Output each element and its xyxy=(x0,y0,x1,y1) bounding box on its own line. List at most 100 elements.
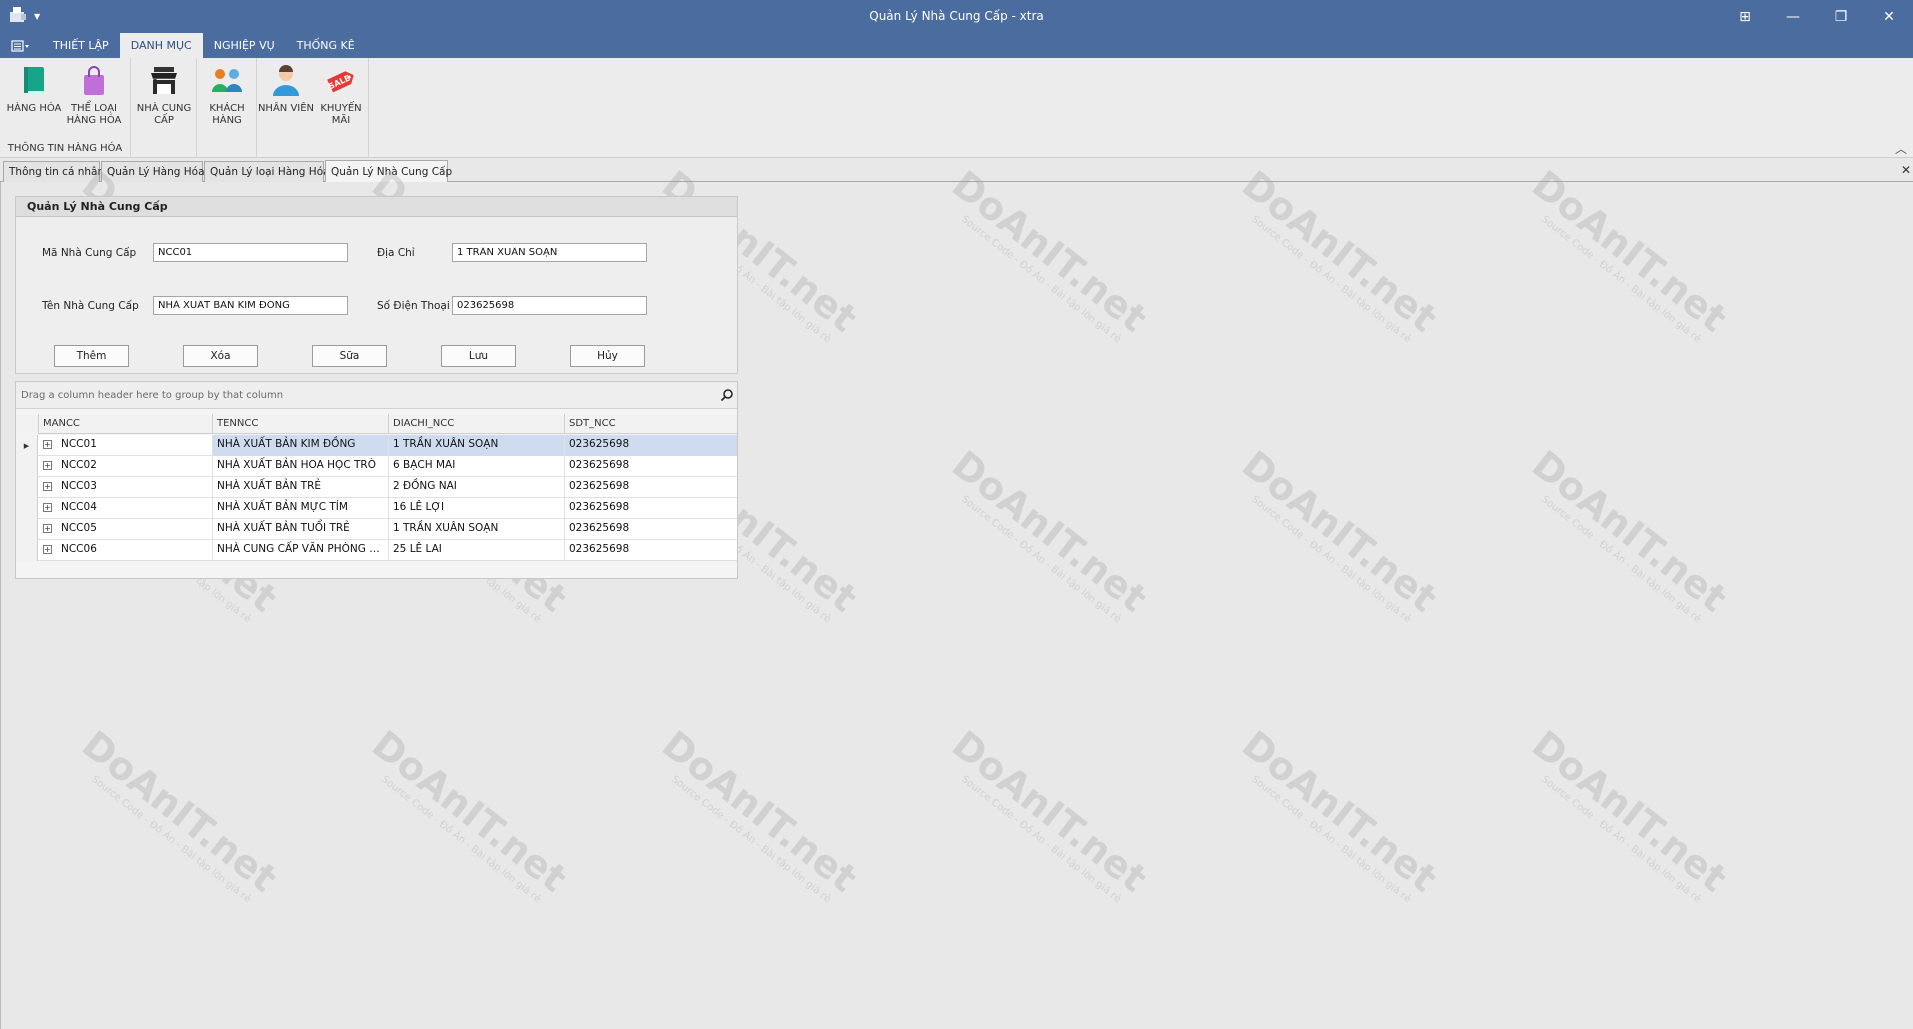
grid-header: MANCC TENNCC DIACHI_NCC SDT_NCC xyxy=(16,414,737,434)
doc-tab-thong-tin-ca-nhan[interactable]: Thông tin cá nhân xyxy=(3,161,104,182)
table-row[interactable]: + NCC04 NHÀ XUẤT BẢN MỰC TÍM 16 LÊ LỢI 02… xyxy=(16,498,737,519)
document-tab-bar: Thông tin cá nhân Quản Lý Hàng Hóa Quản … xyxy=(0,159,1913,182)
sale-tag-icon: SALE xyxy=(324,64,358,98)
cell-diachi[interactable]: 1 TRẦN XUÂN SOẠN xyxy=(389,435,565,456)
table-row[interactable]: + NCC05 NHÀ XUẤT BẢN TUỔI TRẺ 1 TRẦN XUÂN… xyxy=(16,519,737,540)
book-icon xyxy=(17,64,51,98)
row-indicator-arrow-icon: ▶ xyxy=(16,435,38,456)
supplier-grid[interactable]: Drag a column header here to group by th… xyxy=(15,381,738,579)
ribbon-group-label: THÔNG TIN HÀNG HÓA xyxy=(7,143,123,154)
tab-thiet-lap[interactable]: THIẾT LẬP xyxy=(42,33,120,58)
group-by-panel[interactable]: Drag a column header here to group by th… xyxy=(16,382,737,409)
expand-row-icon[interactable]: + xyxy=(43,439,52,449)
minimize-button[interactable]: — xyxy=(1769,0,1817,33)
them-button[interactable]: Thêm xyxy=(54,345,129,367)
column-header-tenncc[interactable]: TENNCC xyxy=(213,414,389,434)
huy-button[interactable]: Hủy xyxy=(570,345,645,367)
so-dien-thoai-input[interactable] xyxy=(452,296,647,315)
restore-button[interactable]: ❐ xyxy=(1817,0,1865,33)
ribbon-display-options-icon[interactable]: ⊞ xyxy=(1721,0,1769,33)
watermark: DoAnIT.netSource Code - Đồ Án - Bài tập … xyxy=(943,722,1156,906)
application-menu-button[interactable] xyxy=(0,33,42,58)
ribbon-tab-bar: THIẾT LẬP DANH MỤC NGHIỆP VỤ THỐNG KÊ xyxy=(0,33,1913,58)
cell-sdt[interactable]: 023625698 xyxy=(565,498,737,519)
cell-sdt[interactable]: 023625698 xyxy=(565,519,737,540)
doc-tab-quan-ly-hang-hoa[interactable]: Quản Lý Hàng Hóa xyxy=(101,161,205,182)
cell-tenncc[interactable]: NHÀ CUNG CẤP VĂN PHÒNG PH... xyxy=(213,540,389,561)
cell-sdt[interactable]: 023625698 xyxy=(565,456,737,477)
window-title: Quản Lý Nhà Cung Cấp - xtra xyxy=(869,9,1044,23)
cell-diachi[interactable]: 16 LÊ LỢI xyxy=(389,498,565,519)
column-header-sdt-ncc[interactable]: SDT_NCC xyxy=(565,414,737,434)
doc-tab-quan-ly-loai-hang-hoa[interactable]: Quản Lý loại Hàng Hóa xyxy=(204,161,330,182)
row-indicator xyxy=(16,477,38,498)
expand-row-icon[interactable]: + xyxy=(43,481,52,491)
form-title: Quản Lý Nhà Cung Cấp xyxy=(16,197,737,217)
cell-diachi[interactable]: 1 TRẦN XUÂN SOẠN xyxy=(389,519,565,540)
cell-tenncc[interactable]: NHÀ XUẤT BẢN KIM ĐỒNG xyxy=(213,435,389,456)
watermark: DoAnIT.netSource Code - Đồ Án - Bài tập … xyxy=(73,722,286,906)
watermark: DoAnIT.netSource Code - Đồ Án - Bài tập … xyxy=(1233,162,1446,346)
nhan-vien-button[interactable]: NHÂN VIÊN xyxy=(257,64,315,115)
ribbon-group-nv-km: NHÂN VIÊN SALE KHUYẾN MÃI xyxy=(257,58,369,158)
khach-hang-button[interactable]: KHÁCH HÀNG xyxy=(199,64,255,127)
watermark: DoAnIT.netSource Code - Đồ Án - Bài tập … xyxy=(943,442,1156,626)
ten-ncc-label: Tên Nhà Cung Cấp xyxy=(42,300,139,312)
close-button[interactable]: ✕ xyxy=(1865,0,1913,33)
search-icon[interactable] xyxy=(720,388,734,405)
row-indicator xyxy=(16,456,38,477)
expand-row-icon[interactable]: + xyxy=(43,523,52,533)
collapse-ribbon-icon[interactable]: ︿ xyxy=(1895,140,1907,157)
tab-danh-muc[interactable]: DANH MỤC xyxy=(119,33,203,58)
table-row[interactable]: ▶ + NCC01 NHÀ XUẤT BẢN KIM ĐỒNG 1 TRẦN XU… xyxy=(16,435,737,456)
watermark: DoAnIT.netSource Code - Đồ Án - Bài tập … xyxy=(1233,722,1446,906)
ribbon-group-ncc: NHÀ CUNG CẤP xyxy=(131,58,197,158)
table-row[interactable]: + NCC02 NHÀ XUẤT BẢN HOA HỌC TRÒ 6 BẠCH M… xyxy=(16,456,737,477)
table-row[interactable]: + NCC06 NHÀ CUNG CẤP VĂN PHÒNG PH... 25 L… xyxy=(16,540,737,561)
ribbon-group-kh: KHÁCH HÀNG xyxy=(197,58,257,158)
xoa-button[interactable]: Xóa xyxy=(183,345,258,367)
expand-row-icon[interactable]: + xyxy=(43,460,52,470)
the-loai-hang-hoa-button[interactable]: THỂ LOẠI HÀNG HÓA xyxy=(64,64,124,127)
so-dien-thoai-label: Số Điện Thoại xyxy=(377,300,450,312)
table-row[interactable]: + NCC03 NHÀ XUẤT BẢN TRẺ 2 ĐỒNG NAI 02362… xyxy=(16,477,737,498)
watermark: DoAnIT.netSource Code - Đồ Án - Bài tập … xyxy=(1523,722,1736,906)
cell-tenncc[interactable]: NHÀ XUẤT BẢN MỰC TÍM xyxy=(213,498,389,519)
nha-cung-cap-button[interactable]: NHÀ CUNG CẤP xyxy=(134,64,194,127)
cell-diachi[interactable]: 25 LÊ LAI xyxy=(389,540,565,561)
tab-nghiep-vu[interactable]: NGHIỆP VỤ xyxy=(203,33,286,58)
employee-icon xyxy=(269,64,303,98)
row-indicator-header xyxy=(16,414,39,434)
tab-thong-ke[interactable]: THỐNG KÊ xyxy=(286,33,366,58)
ribbon-group-hang-hoa: HÀNG HÓA THỂ LOẠI HÀNG HÓA THÔNG TIN HÀN… xyxy=(0,58,131,158)
column-header-mancc[interactable]: MANCC xyxy=(39,414,213,434)
cell-tenncc[interactable]: NHÀ XUẤT BẢN TUỔI TRẺ xyxy=(213,519,389,540)
column-header-diachi-ncc[interactable]: DIACHI_NCC xyxy=(389,414,565,434)
doc-tab-quan-ly-nha-cung-cap[interactable]: Quản Lý Nhà Cung Cấp xyxy=(325,160,452,182)
customers-icon xyxy=(210,64,244,98)
cell-tenncc[interactable]: NHÀ XUẤT BẢN HOA HỌC TRÒ xyxy=(213,456,389,477)
watermark: DoAnIT.netSource Code - Đồ Án - Bài tập … xyxy=(363,722,576,906)
luu-button[interactable]: Lưu xyxy=(441,345,516,367)
khuyen-mai-button[interactable]: SALE KHUYẾN MÃI xyxy=(314,64,368,127)
cell-sdt[interactable]: 023625698 xyxy=(565,540,737,561)
cell-sdt[interactable]: 023625698 xyxy=(565,435,737,456)
ma-ncc-input[interactable] xyxy=(153,243,348,262)
expand-row-icon[interactable]: + xyxy=(43,544,52,554)
cell-diachi[interactable]: 6 BẠCH MAI xyxy=(389,456,565,477)
expand-row-icon[interactable]: + xyxy=(43,502,52,512)
watermark: DoAnIT.netSource Code - Đồ Án - Bài tập … xyxy=(1523,442,1736,626)
cell-sdt[interactable]: 023625698 xyxy=(565,477,737,498)
watermark: DoAnIT.netSource Code - Đồ Án - Bài tập … xyxy=(1523,162,1736,346)
sua-button[interactable]: Sữa xyxy=(312,345,387,367)
title-bar: ▼ Quản Lý Nhà Cung Cấp - xtra ⊞ — ❐ ✕ xyxy=(0,0,1913,33)
row-indicator xyxy=(16,540,38,561)
ten-ncc-input[interactable] xyxy=(153,296,348,315)
cell-diachi[interactable]: 2 ĐỒNG NAI xyxy=(389,477,565,498)
hang-hoa-button[interactable]: HÀNG HÓA xyxy=(4,64,64,115)
dia-chi-input[interactable] xyxy=(452,243,647,262)
close-document-icon[interactable]: ✕ xyxy=(1901,163,1911,177)
cell-tenncc[interactable]: NHÀ XUẤT BẢN TRẺ xyxy=(213,477,389,498)
row-indicator xyxy=(16,498,38,519)
dia-chi-label: Địa Chỉ xyxy=(377,247,415,259)
